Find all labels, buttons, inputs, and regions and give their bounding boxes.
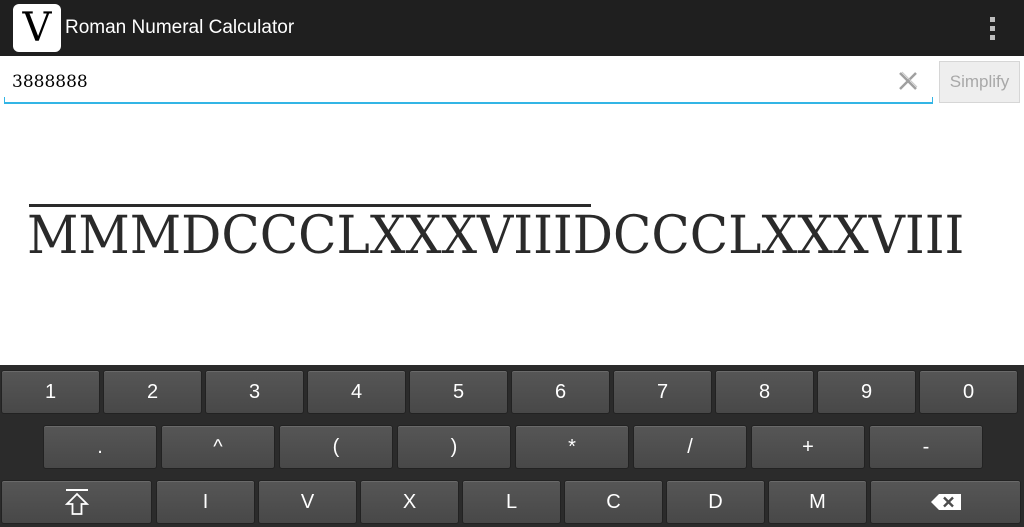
backspace-icon	[930, 494, 961, 510]
key-4[interactable]: 4	[307, 370, 406, 414]
key-divide[interactable]: /	[633, 425, 747, 469]
key-8[interactable]: 8	[715, 370, 814, 414]
key-6[interactable]: 6	[511, 370, 610, 414]
number-input-value: 3888888	[12, 72, 88, 92]
key-X[interactable]: X	[360, 480, 459, 524]
key-9[interactable]: 9	[817, 370, 916, 414]
key-open-paren[interactable]: (	[279, 425, 393, 469]
key-V[interactable]: V	[258, 480, 357, 524]
key-3[interactable]: 3	[205, 370, 304, 414]
input-underline	[4, 97, 933, 104]
roman-numeral-result: MMMDCCCLXXXVIIIDCCCLXXXVIII	[27, 196, 1007, 276]
app-title: Roman Numeral Calculator	[65, 17, 295, 38]
key-D[interactable]: D	[666, 480, 765, 524]
key-2[interactable]: 2	[103, 370, 202, 414]
key-C[interactable]: C	[564, 480, 663, 524]
key-5[interactable]: 5	[409, 370, 508, 414]
action-bar: V Roman Numeral Calculator	[0, 0, 1024, 56]
roman-plain-part: DCCCLXXXVIII	[572, 206, 965, 266]
key-plus[interactable]: +	[751, 425, 865, 469]
backspace-key[interactable]	[870, 480, 1021, 524]
app-logo-letter: V	[22, 5, 52, 51]
key-caret[interactable]: ^	[161, 425, 275, 469]
simplify-button[interactable]: Simplify	[939, 61, 1020, 103]
key-7[interactable]: 7	[613, 370, 712, 414]
overflow-menu-icon[interactable]	[978, 10, 1006, 46]
key-period[interactable]: .	[43, 425, 157, 469]
app-logo: V	[13, 4, 61, 52]
key-I[interactable]: I	[156, 480, 255, 524]
key-M[interactable]: M	[768, 480, 867, 524]
key-L[interactable]: L	[462, 480, 561, 524]
shift-icon	[64, 489, 89, 515]
number-input[interactable]: 3888888	[4, 62, 933, 104]
roman-numeral-text: MMMDCCCLXXXVIIIDCCCLXXXVIII	[27, 206, 964, 266]
keyboard: 1 2 3 4 5 6 7 8 9 0 . ^ ( ) * / + - I V …	[0, 365, 1024, 527]
key-close-paren[interactable]: )	[397, 425, 511, 469]
key-1[interactable]: 1	[1, 370, 100, 414]
key-0[interactable]: 0	[919, 370, 1018, 414]
shift-key[interactable]	[1, 480, 152, 524]
key-minus[interactable]: -	[869, 425, 983, 469]
key-multiply[interactable]: *	[515, 425, 629, 469]
roman-overlined-part: MMMDCCCLXXXVIII	[27, 206, 573, 266]
clear-icon[interactable]	[893, 66, 923, 96]
